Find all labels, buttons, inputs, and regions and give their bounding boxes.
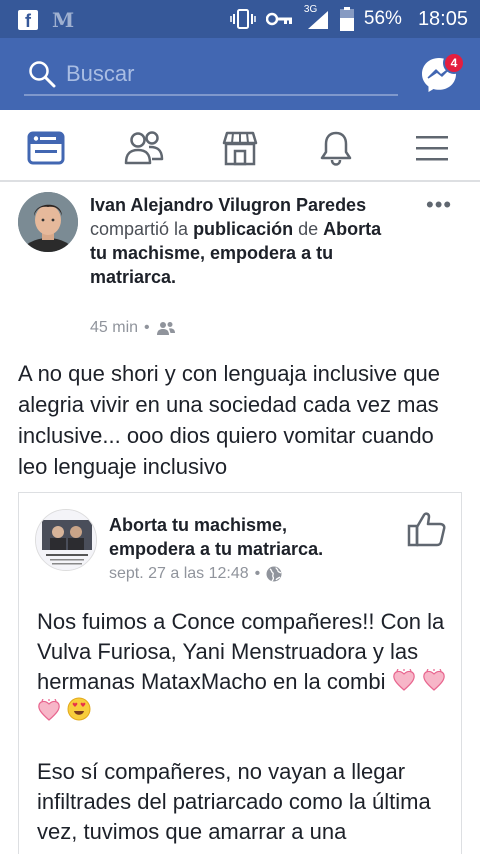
signal-indicator: 3G [304,4,330,30]
hamburger-menu-icon [416,136,448,161]
tab-friends[interactable] [124,128,164,168]
tab-menu[interactable] [412,128,452,168]
like-page-icon[interactable] [407,511,447,547]
author-name[interactable]: Ivan Alejandro Vilugron Paredes [90,195,366,215]
friends-audience-icon [156,322,175,335]
messenger-badge: 4 [443,52,465,74]
shared-paragraph-1: Nos fuimos a Conce compañeres!! Con la V… [37,607,457,727]
more-options-icon[interactable]: ••• [426,192,452,218]
search-underline [24,94,398,96]
search-icon[interactable] [28,60,56,88]
author-avatar[interactable] [18,192,78,252]
feed-post: Ivan Alejandro Vilugron Paredes comparti… [0,184,480,854]
tab-bar [0,110,480,182]
shared-time[interactable]: sept. 27 a las 12:48 [109,565,249,583]
vibrate-icon [230,9,256,29]
publication-link[interactable]: publicación [193,219,293,239]
post-meta: 45 min • [90,319,176,337]
battery-icon [339,7,354,31]
shared-paragraph-1-text: Nos fuimos a Conce compañeres!! Con la V… [37,609,445,694]
key-icon [265,12,292,26]
shared-paragraph-2: Eso sí compañeres, no vayan a llegar inf… [37,759,431,844]
sparkling-heart-emoji [392,669,415,691]
globe-icon [266,566,282,582]
meta-separator: • [254,565,261,582]
marketplace-icon [222,131,258,166]
heart-eyes-emoji [67,697,91,721]
sparkling-heart-emoji [38,699,60,721]
shared-body: Nos fuimos a Conce compañeres!! Con la V… [37,607,457,847]
clock: 18:05 [417,7,468,30]
news-feed-icon [27,131,65,165]
battery-percentage: 56% [363,8,402,29]
shared-post[interactable]: Aborta tu machisme, empodera a tu matria… [18,492,462,854]
page-avatar[interactable] [35,509,97,571]
tab-news-feed[interactable] [26,128,66,168]
status-bar: f M 3G 56% 18:05 [0,0,480,38]
author-avatar-image [18,192,78,252]
tab-notifications[interactable] [316,128,356,168]
bell-icon [320,131,352,166]
search-input[interactable]: Buscar [66,61,134,87]
friends-icon [124,131,164,165]
post-time[interactable]: 45 min [90,319,138,337]
facebook-notification-icon: f [18,10,38,31]
search-header: Buscar 4 [0,38,480,110]
signal-icon [307,11,328,29]
m-notification-icon: M [52,8,75,32]
share-action: compartió la [90,219,189,239]
post-header: Ivan Alejandro Vilugron Paredes comparti… [90,193,390,289]
tab-marketplace[interactable] [220,128,260,168]
shared-page-name[interactable]: Aborta tu machisme, empodera a tu matria… [109,513,369,561]
post-body: A no que shori y con lenguaja inclusive … [18,361,440,479]
page-avatar-image [36,510,96,570]
sparkling-heart-emoji [422,669,445,691]
preposition: de [298,219,319,239]
shared-meta: sept. 27 a las 12:48 • [109,565,282,583]
meta-separator: • [144,319,150,336]
